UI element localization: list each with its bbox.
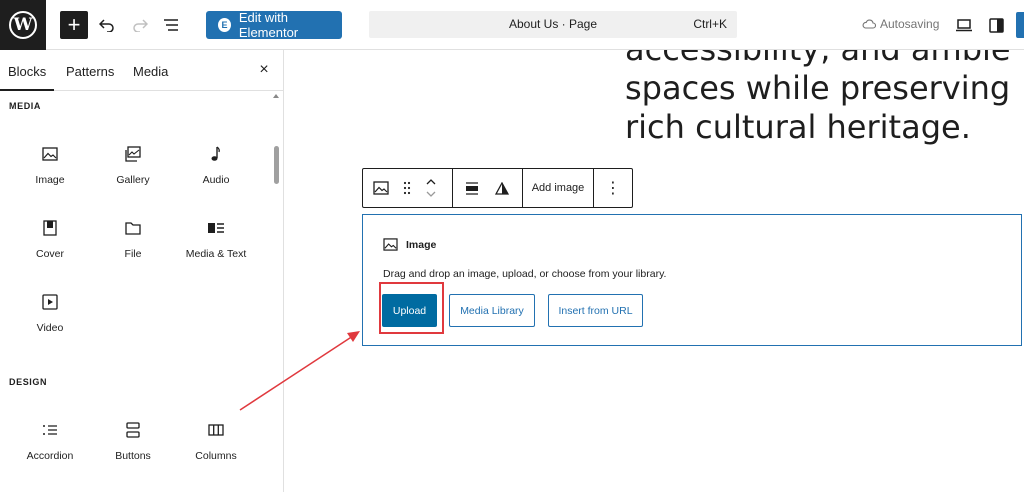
file-icon <box>123 218 143 238</box>
wordpress-icon: W <box>9 11 37 39</box>
desktop-icon <box>956 18 972 31</box>
block-media-text[interactable]: Media & Text <box>176 218 256 278</box>
block-audio[interactable]: Audio <box>176 144 256 204</box>
command-shortcut: Ctrl+K <box>693 17 727 31</box>
chevron-down-icon[interactable] <box>426 191 436 197</box>
block-label: Accordion <box>26 450 74 462</box>
block-inserter-panel: Blocks Patterns Media × MEDIA Image Gall… <box>0 50 284 492</box>
image-icon <box>373 181 389 195</box>
columns-icon <box>206 420 226 440</box>
paragraph-line: spaces while preserving <box>625 69 1011 107</box>
settings-sidebar-button[interactable] <box>982 11 1010 39</box>
document-title: About Us · Page <box>508 17 598 31</box>
tab-blocks[interactable]: Blocks <box>0 64 55 91</box>
align-icon <box>466 181 478 195</box>
block-label: Columns <box>195 450 237 462</box>
command-palette-bar[interactable]: About Us · Page Ctrl+K <box>369 11 737 38</box>
video-icon <box>40 292 60 312</box>
image-block-placeholder[interactable]: Image Drag and drop an image, upload, or… <box>362 214 1022 346</box>
block-label: Buttons <box>115 450 151 462</box>
more-vertical-icon: ⋮ <box>605 180 621 197</box>
block-buttons[interactable]: Buttons <box>93 420 173 480</box>
block-inserter-button[interactable]: + <box>60 11 88 39</box>
chevron-up-icon[interactable] <box>426 179 436 185</box>
wordpress-logo-button[interactable]: W <box>0 0 46 50</box>
block-gallery[interactable]: Gallery <box>93 144 173 204</box>
paragraph-line: accessibility, and ambie <box>625 50 1024 69</box>
elementor-button-label: Edit with Elementor <box>238 10 299 40</box>
accordion-icon <box>40 420 60 440</box>
block-label: Video <box>36 322 64 334</box>
autosave-status: Autosaving <box>862 17 939 31</box>
image-block-description: Drag and drop an image, upload, or choos… <box>383 268 667 280</box>
annotation-highlight-box <box>379 282 444 334</box>
block-label: Audio <box>202 174 230 186</box>
editor-canvas: accessibility, and ambie spaces while pr… <box>285 50 1024 492</box>
align-button[interactable] <box>459 169 485 207</box>
section-title-media: MEDIA <box>9 101 41 111</box>
image-block-title: Image <box>383 238 436 251</box>
paragraph-block[interactable]: accessibility, and ambie spaces while pr… <box>625 50 1024 147</box>
block-cover[interactable]: Cover <box>10 218 90 278</box>
redo-button[interactable] <box>126 11 154 39</box>
list-view-icon <box>164 19 178 31</box>
undo-icon <box>99 19 114 32</box>
section-title-design: DESIGN <box>9 377 48 387</box>
elementor-icon: E <box>218 18 231 32</box>
edit-with-elementor-button[interactable]: E Edit with Elementor <box>206 10 342 40</box>
duotone-icon <box>495 181 509 195</box>
image-icon <box>40 144 60 164</box>
plus-icon: + <box>67 12 81 37</box>
block-columns[interactable]: Columns <box>176 420 256 480</box>
gallery-icon <box>123 144 143 164</box>
cloud-icon <box>862 19 876 29</box>
autosave-label: Autosaving <box>880 17 940 31</box>
media-text-icon <box>206 218 226 238</box>
document-overview-button[interactable] <box>158 11 186 39</box>
save-button[interactable] <box>1016 12 1024 38</box>
tab-patterns[interactable]: Patterns <box>66 64 114 79</box>
add-image-button[interactable]: Add image <box>523 169 593 207</box>
block-accordion[interactable]: Accordion <box>10 420 90 480</box>
paragraph-line: rich cultural heritage. <box>625 108 971 146</box>
block-label: Cover <box>35 248 64 260</box>
cover-icon <box>40 218 60 238</box>
sidebar-icon <box>988 17 1004 33</box>
buttons-icon <box>123 420 143 440</box>
drag-handle[interactable] <box>399 169 415 207</box>
block-type-button[interactable] <box>363 169 399 207</box>
block-label: Image <box>35 174 65 186</box>
move-buttons <box>419 169 443 207</box>
inserter-tabs: Blocks Patterns Media × <box>0 50 283 91</box>
media-library-button[interactable]: Media Library <box>449 294 535 327</box>
undo-button[interactable] <box>93 11 121 39</box>
audio-icon <box>206 144 226 164</box>
scrollbar[interactable] <box>272 92 280 492</box>
tab-media[interactable]: Media <box>133 64 168 79</box>
more-options-button[interactable]: ⋮ <box>594 169 632 207</box>
block-video[interactable]: Video <box>10 292 90 352</box>
preview-button[interactable] <box>950 11 978 39</box>
duotone-button[interactable] <box>489 169 515 207</box>
redo-icon <box>133 19 148 32</box>
image-block-title-text: Image <box>406 238 437 251</box>
toolbar-divider <box>452 169 453 207</box>
scroll-up-icon[interactable] <box>273 94 279 98</box>
image-icon <box>383 238 398 251</box>
block-toolbar: Add image ⋮ <box>362 168 633 208</box>
insert-from-url-button[interactable]: Insert from URL <box>548 294 643 327</box>
close-icon[interactable]: × <box>254 60 274 80</box>
scrollbar-thumb[interactable] <box>274 146 279 184</box>
editor-top-toolbar: W + E Edit with Elementor About Us · Pag… <box>0 0 1024 50</box>
block-label: Gallery <box>116 174 150 186</box>
block-label: Media & Text <box>185 248 247 260</box>
block-file[interactable]: File <box>93 218 173 278</box>
drag-handle-icon <box>403 181 411 195</box>
block-image[interactable]: Image <box>10 144 90 204</box>
block-label: File <box>124 248 142 260</box>
